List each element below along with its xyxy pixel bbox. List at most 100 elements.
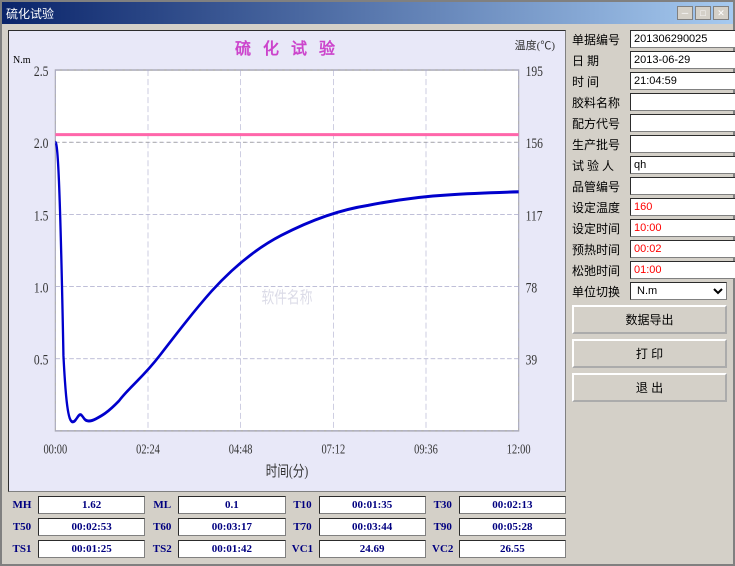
time-set-row: 设定时间 [572,219,727,237]
window-controls: ─ □ ✕ [677,6,729,20]
svg-text:00:00: 00:00 [43,441,67,457]
tube-row: 品管编号 [572,177,727,195]
doc-no-label: 单据编号 [572,31,627,48]
batch-row: 生产批号 [572,135,727,153]
stat-t30: T30 00:02:13 [429,496,566,514]
t60-value: 00:03:17 [178,518,285,536]
stat-vc1: VC1 24.69 [289,540,426,558]
formula-input[interactable] [630,114,735,132]
exit-button[interactable]: 退 出 [572,373,727,402]
time-label: 时 间 [572,73,627,90]
t70-value: 00:03:44 [319,518,426,536]
stat-t90: T90 00:05:28 [429,518,566,536]
svg-text:04:48: 04:48 [229,441,253,457]
operator-input[interactable] [630,156,735,174]
operator-label: 试 验 人 [572,157,627,174]
svg-text:1.5: 1.5 [34,207,49,224]
title-bar: 硫化试验 ─ □ ✕ [2,2,733,24]
stat-ts2: TS2 00:01:42 [148,540,285,558]
stats-row-2: T50 00:02:53 T60 00:03:17 T70 00:03:44 T… [8,518,566,536]
t50-label: T50 [8,520,36,534]
ts2-value: 00:01:42 [178,540,285,558]
formula-row: 配方代号 [572,114,727,132]
svg-text:07:12: 07:12 [321,441,345,457]
stat-mh: MH 1.62 [8,496,145,514]
relax-input[interactable] [630,261,735,279]
svg-text:156: 156 [526,135,544,152]
stats-row-3: TS1 00:01:25 TS2 00:01:42 VC1 24.69 VC2 … [8,540,566,558]
svg-text:12:00: 12:00 [507,441,531,457]
tube-label: 品管编号 [572,178,627,195]
stat-t60: T60 00:03:17 [148,518,285,536]
doc-no-input[interactable] [630,30,735,48]
stat-t10: T10 00:01:35 [289,496,426,514]
date-label: 日 期 [572,52,627,69]
close-button[interactable]: ✕ [713,6,729,20]
batch-label: 生产批号 [572,136,627,153]
svg-text:78: 78 [526,279,538,296]
preheat-input[interactable] [630,240,735,258]
date-row: 日 期 [572,51,727,69]
minimize-button[interactable]: ─ [677,6,693,20]
temp-set-input[interactable] [630,198,735,216]
export-button[interactable]: 数据导出 [572,305,727,334]
print-button[interactable]: 打 印 [572,339,727,368]
stat-ts1: TS1 00:01:25 [8,540,145,558]
svg-text:09:36: 09:36 [414,441,438,457]
rubber-label: 胶料名称 [572,94,627,111]
svg-text:软件名称: 软件名称 [262,289,313,308]
preheat-row: 预热时间 [572,240,727,258]
temp-set-label: 设定温度 [572,199,627,216]
stats-row-1: MH 1.62 ML 0.1 T10 00:01:35 T30 00:02:13 [8,496,566,514]
vc1-label: VC1 [289,542,317,556]
time-input[interactable] [630,72,735,90]
chart-svg: 2.5 2.0 1.5 1.0 0.5 195 156 117 78 39 00… [9,55,565,491]
svg-text:02:24: 02:24 [136,441,160,457]
svg-text:2.5: 2.5 [34,63,49,80]
ml-label: ML [148,498,176,512]
rubber-input[interactable] [630,93,735,111]
maximize-button[interactable]: □ [695,6,711,20]
temp-set-row: 设定温度 [572,198,727,216]
ts1-value: 00:01:25 [38,540,145,558]
stat-t70: T70 00:03:44 [289,518,426,536]
time-row: 时 间 [572,72,727,90]
ts1-label: TS1 [8,542,36,556]
left-panel: 硫 化 试 验 温度(℃) N.m [8,30,566,558]
t90-value: 00:05:28 [459,518,566,536]
rubber-row: 胶料名称 [572,93,727,111]
preheat-label: 预热时间 [572,241,627,258]
temp-label: 温度(℃) [515,37,555,53]
vc2-label: VC2 [429,542,457,556]
doc-no-row: 单据编号 [572,30,727,48]
tube-input[interactable] [630,177,735,195]
t10-value: 00:01:35 [319,496,426,514]
batch-input[interactable] [630,135,735,153]
t60-label: T60 [148,520,176,534]
mh-label: MH [8,498,36,512]
relax-row: 松弛时间 [572,261,727,279]
operator-row: 试 验 人 [572,156,727,174]
vc1-value: 24.69 [319,540,426,558]
svg-text:0.5: 0.5 [34,351,49,368]
svg-text:时间(分): 时间(分) [266,463,308,480]
mh-value: 1.62 [38,496,145,514]
unit-row: 单位切换 N.m lbf.in [572,282,727,300]
unit-label: 单位切换 [572,283,627,300]
svg-text:2.0: 2.0 [34,135,49,152]
t70-label: T70 [289,520,317,534]
date-input[interactable] [630,51,735,69]
relax-label: 松弛时间 [572,262,627,279]
svg-text:39: 39 [526,351,538,368]
svg-text:1.0: 1.0 [34,279,49,296]
content-area: 硫 化 试 验 温度(℃) N.m [2,24,733,564]
time-set-label: 设定时间 [572,220,627,237]
svg-text:195: 195 [526,63,544,80]
right-panel: 单据编号 日 期 时 间 胶料名称 配方代号 生产批号 [572,30,727,558]
unit-select[interactable]: N.m lbf.in [630,282,727,300]
stat-vc2: VC2 26.55 [429,540,566,558]
t30-value: 00:02:13 [459,496,566,514]
t10-label: T10 [289,498,317,512]
ts2-label: TS2 [148,542,176,556]
time-set-input[interactable] [630,219,735,237]
